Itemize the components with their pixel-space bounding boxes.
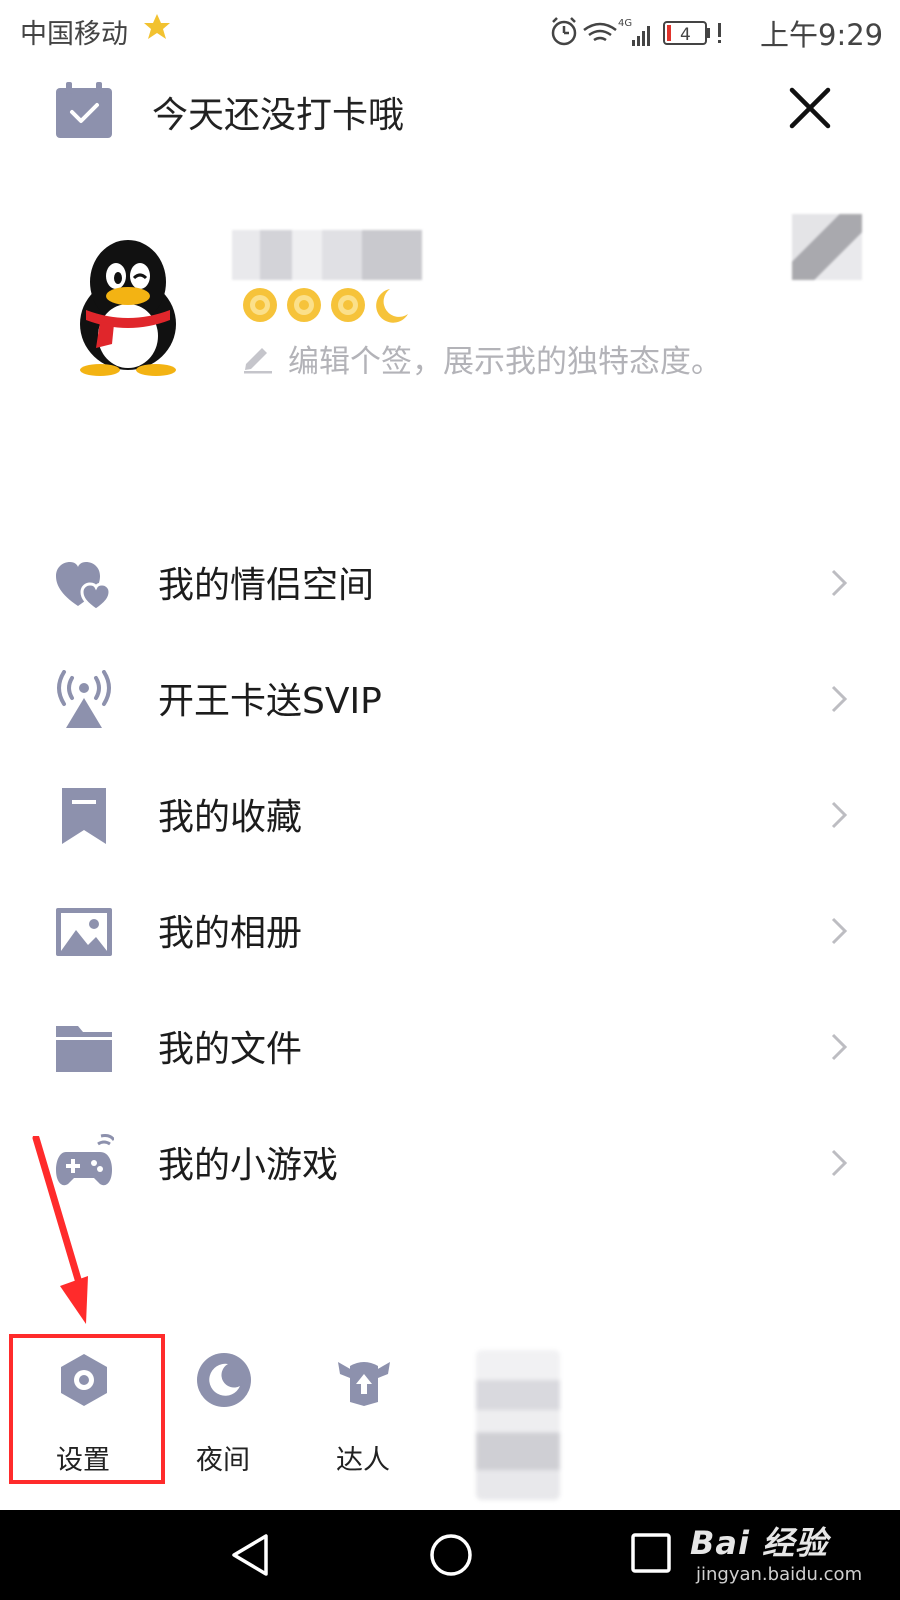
winged-badge-icon	[338, 1362, 390, 1406]
checkin-status-text[interactable]: 今天还没打卡哦	[152, 86, 404, 138]
expert-button[interactable]: 达人	[308, 1352, 418, 1476]
moon-icon	[197, 1353, 251, 1407]
qr-code-blurred[interactable]	[792, 214, 862, 280]
signal-icon	[632, 26, 650, 46]
settings-label: 设置	[56, 1445, 110, 1476]
sun-icon	[243, 288, 277, 322]
blurred-bottom-item[interactable]	[476, 1350, 560, 1500]
menu-item-files[interactable]: 我的文件	[0, 990, 900, 1106]
chevron-right-icon	[831, 801, 848, 829]
status-bar: 中国移动 4G 4 上午9:29	[0, 0, 900, 64]
recent-apps-icon[interactable]	[630, 1532, 672, 1574]
menu-item-mini-games[interactable]: 我的小游戏	[0, 1106, 900, 1222]
signal-tower-icon	[57, 670, 111, 728]
carrier-name: 中国移动	[20, 19, 128, 50]
menu-item-favorites[interactable]: 我的收藏	[0, 758, 900, 874]
hearts-icon	[56, 562, 112, 612]
gear-icon	[61, 1354, 107, 1406]
menu-item-album[interactable]: 我的相册	[0, 874, 900, 990]
settings-button[interactable]: 设置	[28, 1352, 138, 1476]
menu-item-couple-space[interactable]: 我的情侣空间	[0, 526, 900, 642]
folder-icon	[56, 1026, 112, 1072]
network-type: 4G	[618, 18, 632, 29]
pencil-icon	[244, 348, 272, 374]
annotation-arrow	[32, 1136, 88, 1324]
menu-item-label: 我的文件	[158, 1029, 303, 1070]
moon-icon	[376, 289, 408, 323]
menu-item-label: 开王卡送SVIP	[158, 681, 382, 722]
sun-icon	[331, 288, 365, 322]
bookmark-icon	[62, 788, 106, 844]
signature-edit[interactable]: 编辑个签，展示我的独特态度。	[240, 336, 800, 380]
status-icons: 4G 4	[551, 17, 721, 46]
chevron-right-icon	[831, 1033, 848, 1061]
menu-item-wangka-svip[interactable]: 开王卡送SVIP	[0, 642, 900, 758]
chevron-right-icon	[831, 917, 848, 945]
menu-item-label: 我的收藏	[158, 797, 303, 838]
menu-item-label: 我的小游戏	[158, 1145, 339, 1186]
image-icon	[56, 908, 112, 956]
chevron-right-icon	[831, 569, 848, 597]
clock: 上午9:29	[760, 18, 884, 52]
baidu-jingyan-watermark: Bai 经验 jingyan.baidu.com	[690, 1514, 890, 1594]
back-icon[interactable]	[226, 1530, 276, 1580]
wifi-icon	[583, 22, 617, 42]
sun-icon	[287, 288, 321, 322]
night-mode-label: 夜间	[196, 1445, 250, 1476]
menu-item-label: 我的情侣空间	[158, 565, 375, 606]
battery-icon: 4	[663, 21, 721, 45]
home-icon[interactable]	[426, 1530, 476, 1580]
calendar-check-icon[interactable]	[54, 80, 114, 140]
nickname-blurred	[232, 230, 422, 280]
watermark-url: jingyan.baidu.com	[696, 1564, 863, 1585]
close-icon[interactable]	[786, 84, 834, 132]
signature-placeholder: 编辑个签，展示我的独特态度。	[288, 344, 722, 380]
menu-item-label: 我的相册	[158, 913, 303, 954]
watermark-brand: Bai 经验	[690, 1524, 829, 1562]
alarm-icon	[551, 17, 577, 46]
night-mode-button[interactable]: 夜间	[168, 1352, 278, 1476]
qq-level-icons[interactable]	[240, 284, 420, 326]
avatar[interactable]	[72, 236, 184, 376]
expert-label: 达人	[336, 1445, 390, 1476]
hd-star-icon	[144, 14, 170, 39]
battery-level: 4	[680, 25, 691, 45]
chevron-right-icon	[831, 1149, 848, 1177]
chevron-right-icon	[831, 685, 848, 713]
